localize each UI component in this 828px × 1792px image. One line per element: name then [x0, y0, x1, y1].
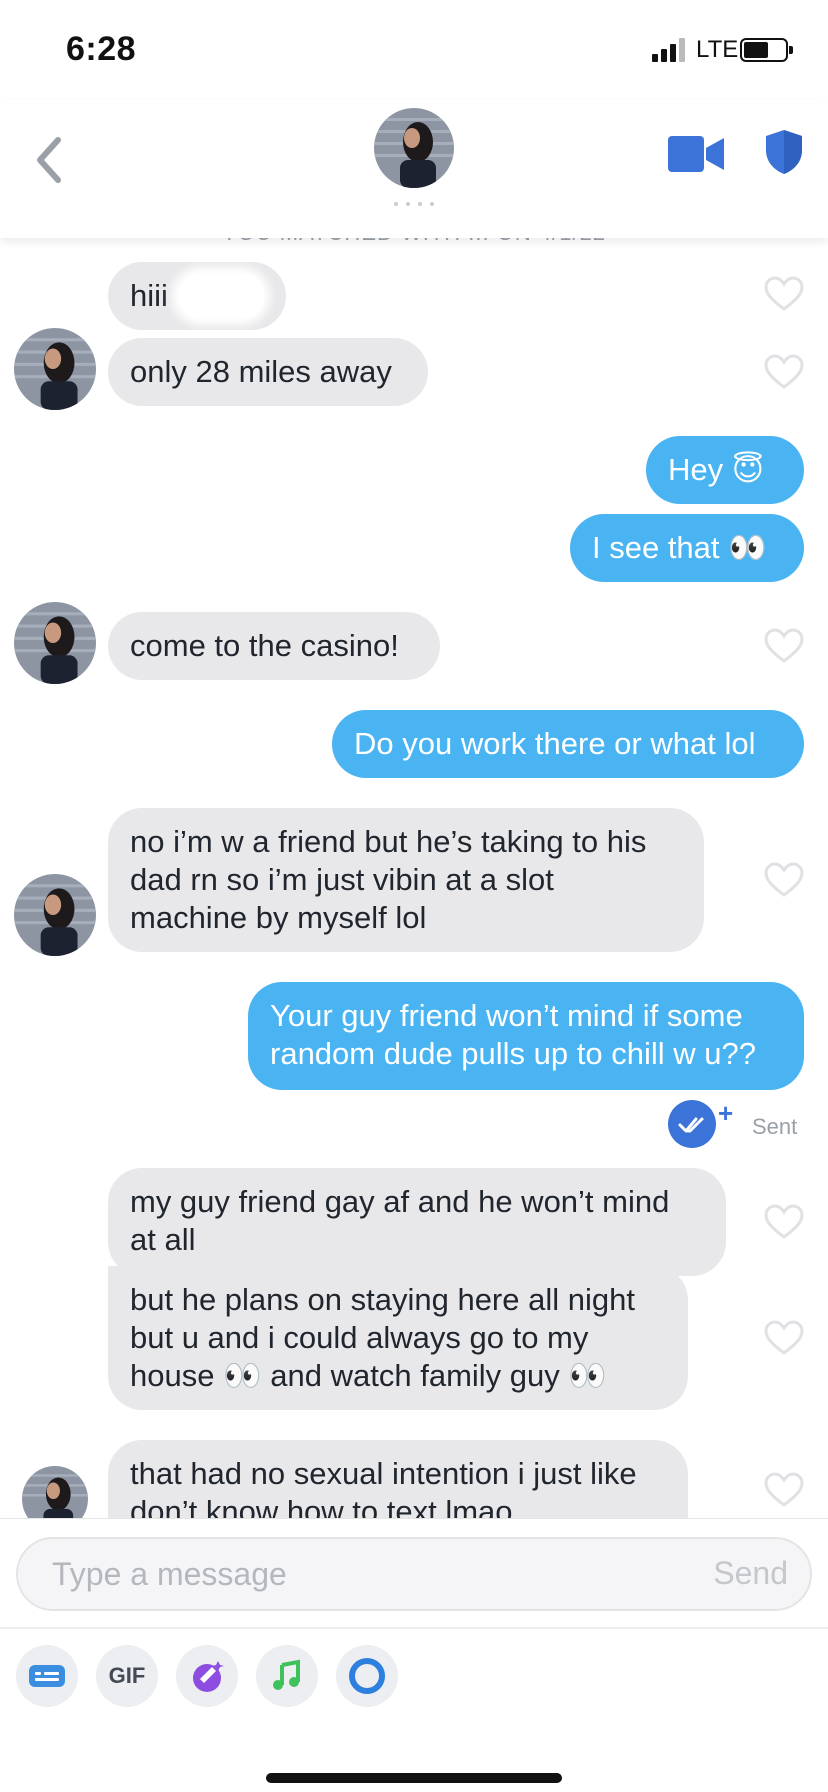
network-label: LTE [696, 36, 739, 63]
message-incoming[interactable]: hiii [108, 262, 286, 330]
match-avatar[interactable] [374, 108, 454, 188]
message-text: but he plans on staying here all night b… [130, 1282, 635, 1393]
match-avatar-small[interactable] [14, 328, 96, 410]
heart-icon[interactable] [764, 276, 804, 312]
sticker-icon [29, 1665, 65, 1687]
message-input-box[interactable]: Send [16, 1537, 812, 1611]
message-text: only 28 miles away [130, 354, 392, 389]
match-avatar-small[interactable] [14, 602, 96, 684]
gif-button[interactable]: GIF [96, 1645, 158, 1707]
battery-icon [740, 38, 793, 62]
chat-header [0, 100, 828, 238]
redacted-name [177, 273, 264, 319]
status-bar: 6:28 LTE [0, 0, 828, 100]
video-call-icon[interactable] [668, 134, 724, 174]
message-text: my guy friend gay af and he won’t mind a… [130, 1184, 670, 1257]
message-incoming[interactable]: only 28 miles away [108, 338, 428, 406]
divider [0, 1627, 828, 1629]
shield-icon[interactable] [764, 128, 804, 176]
heart-icon[interactable] [764, 1204, 804, 1240]
message-text: Hey 😇 [668, 452, 765, 487]
message-incoming[interactable]: come to the casino! [108, 612, 440, 680]
message-text: no i’m w a friend but he’s taking to his… [130, 824, 647, 935]
sparkle-icon [193, 1661, 224, 1692]
message-text: come to the casino! [130, 628, 399, 663]
sent-status: Sent [752, 1114, 798, 1139]
heart-icon[interactable] [764, 862, 804, 898]
message-incoming[interactable]: but he plans on staying here all night b… [108, 1266, 688, 1410]
message-incoming[interactable]: my guy friend gay af and he won’t mind a… [108, 1168, 726, 1276]
message-outgoing[interactable]: I see that 👀 [570, 514, 804, 582]
status-time: 6:28 [66, 30, 137, 68]
message-text: hiii [130, 278, 168, 313]
plus-icon[interactable]: + [718, 1098, 733, 1129]
circle-button[interactable] [336, 1645, 398, 1707]
message-text: Do you work there or what lol [354, 726, 756, 761]
message-incoming[interactable]: no i’m w a friend but he’s taking to his… [108, 808, 704, 952]
heart-icon[interactable] [764, 628, 804, 664]
music-icon [273, 1659, 300, 1690]
message-input[interactable] [52, 1549, 652, 1599]
message-composer: Send GIF [0, 1518, 828, 1792]
back-icon[interactable] [30, 130, 70, 190]
heart-icon[interactable] [764, 354, 804, 390]
read-receipt-icon[interactable] [668, 1100, 716, 1148]
sparkle-button[interactable] [176, 1645, 238, 1707]
message-outgoing[interactable]: Your guy friend won’t mind if some rando… [248, 982, 804, 1090]
sticker-button[interactable] [16, 1645, 78, 1707]
heart-icon[interactable] [764, 1472, 804, 1508]
signal-icon [652, 38, 688, 62]
music-button[interactable] [256, 1645, 318, 1707]
home-indicator [266, 1773, 562, 1783]
message-outgoing[interactable]: Hey 😇 [646, 436, 804, 504]
heart-icon[interactable] [764, 1320, 804, 1356]
match-avatar-small[interactable] [14, 874, 96, 956]
gif-icon: GIF [108, 1663, 146, 1688]
message-text: I see that 👀 [592, 530, 767, 565]
send-button[interactable]: Send [713, 1555, 788, 1592]
circle-icon [349, 1658, 385, 1694]
name-placeholder [394, 202, 434, 206]
message-text: Your guy friend won’t mind if some rando… [270, 998, 756, 1071]
message-outgoing[interactable]: Do you work there or what lol [332, 710, 804, 778]
